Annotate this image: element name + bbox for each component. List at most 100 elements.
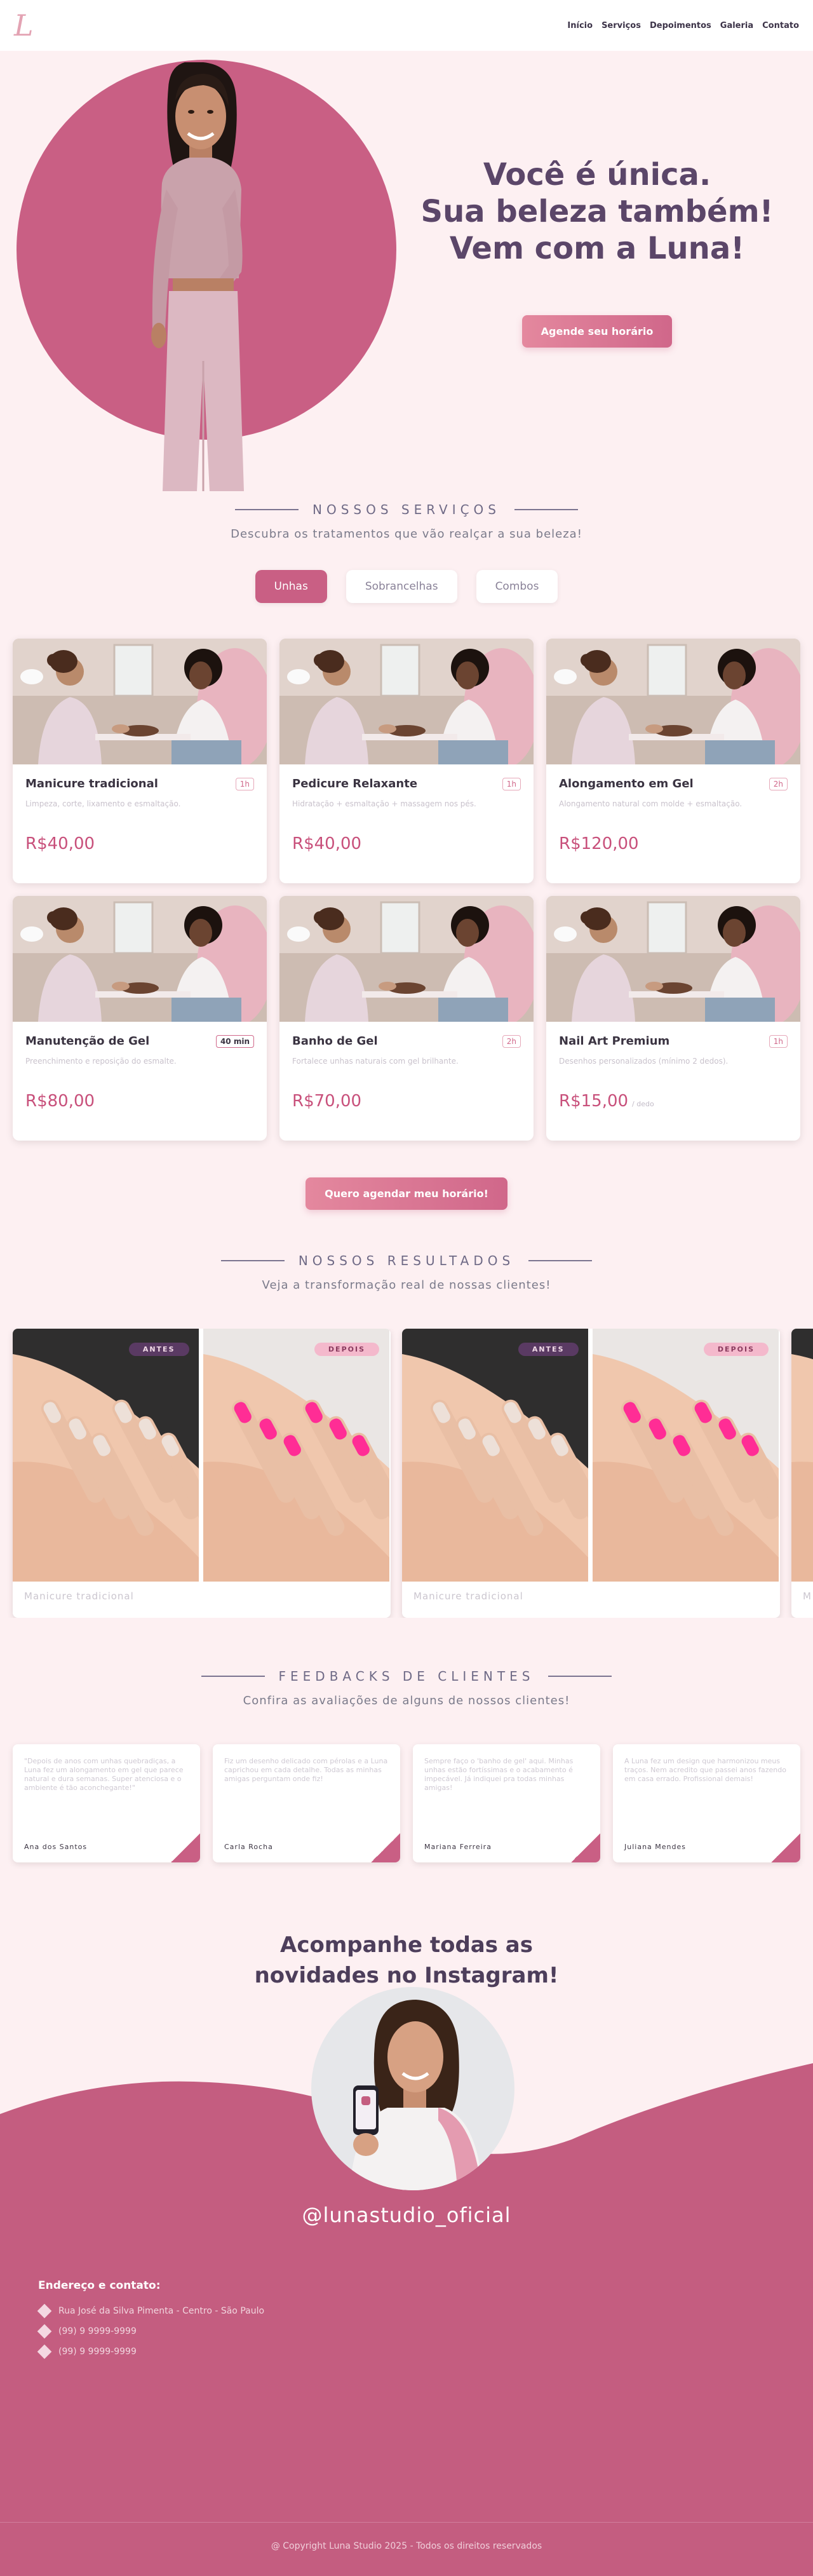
service-card[interactable]: Manutenção de Gel 40 min Preenchimento e… — [13, 896, 267, 1141]
contact-phone-2-text[interactable]: (99) 9 9999-9999 — [58, 2347, 137, 2357]
service-card[interactable]: Alongamento em Gel 2h Alongamento natura… — [546, 639, 800, 883]
feedback-text: Sempre faço o 'banho de gel' aqui. Minha… — [424, 1757, 574, 1792]
service-price: R$40,00 — [25, 834, 98, 853]
results-carousel[interactable]: ANTES DEPOIS Manicure tradicional ANTES … — [0, 1329, 813, 1618]
hero-model-illustration — [151, 62, 244, 491]
nav-link-inicio[interactable]: Início — [567, 21, 593, 31]
result-caption: Manicure tradicional — [24, 1590, 134, 1602]
results-section: NOSSOS RESULTADOS Veja a transformação r… — [0, 1210, 813, 1618]
after-tag: DEPOIS — [314, 1343, 379, 1356]
service-price-value: R$70,00 — [292, 1092, 362, 1111]
service-price-value: R$15,00 — [559, 1092, 629, 1111]
nav-menu: Início Serviços Depoimentos Galeria Cont… — [567, 21, 799, 31]
before-hands-photo — [791, 1329, 813, 1582]
location-icon — [37, 2303, 52, 2319]
nav-link-depoimentos[interactable]: Depoimentos — [650, 21, 711, 31]
nav-link-contato[interactable]: Contato — [762, 21, 799, 31]
hero-headline-block: Você é única. Sua beleza também! Vem com… — [406, 156, 788, 348]
contact-block: Endereço e contato: Rua José da Silva Pi… — [37, 2279, 264, 2367]
before-image: ANTES — [402, 1329, 590, 1582]
hero-title-line-3: Vem com a Luna! — [449, 231, 745, 266]
service-price: R$70,00 — [292, 1092, 365, 1111]
service-card[interactable]: Pedicure Relaxante 1h Hidratação + esmal… — [279, 639, 534, 883]
service-card-body: Manicure tradicional 1h Limpeza, corte, … — [13, 764, 267, 883]
card-corner-accent — [571, 1833, 600, 1862]
feedback-cards: "Depois de anos com unhas quebradiças, a… — [13, 1744, 813, 1862]
card-corner-accent — [771, 1833, 800, 1862]
service-card-body: Pedicure Relaxante 1h Hidratação + esmal… — [279, 764, 534, 883]
feedback-text: A Luna fez um design que harmonizou meus… — [624, 1757, 786, 1783]
service-image — [13, 896, 267, 1022]
tab-unhas[interactable]: Unhas — [255, 570, 327, 603]
salon-photo — [279, 896, 534, 1022]
results-heading: NOSSOS RESULTADOS — [220, 1253, 593, 1268]
service-title: Banho de Gel — [292, 1034, 378, 1048]
service-description: Alongamento natural com molde + esmaltaç… — [559, 799, 742, 808]
footer-divider — [0, 2522, 813, 2523]
service-image — [546, 639, 800, 764]
card-corner-accent — [371, 1833, 400, 1862]
feedback-card: Sempre faço o 'banho de gel' aqui. Minha… — [413, 1744, 600, 1862]
before-after-card[interactable]: ANTES DEPOIS Manicure tradicional — [13, 1329, 391, 1618]
before-after-card[interactable]: ANTES DEPOIS M — [791, 1329, 813, 1618]
services-section: NOSSOS SERVIÇOS Descubra os tratamentos … — [0, 445, 813, 1210]
hero-section: Você é única. Sua beleza também! Vem com… — [0, 51, 813, 491]
instagram-footer-section: Acompanhe todas as novidades no Instagra… — [0, 1930, 813, 2576]
before-after-card[interactable]: ANTES DEPOIS Manicure tradicional — [402, 1329, 780, 1618]
schedule-button[interactable]: Quero agendar meu horário! — [306, 1177, 507, 1210]
service-title: Alongamento em Gel — [559, 777, 694, 790]
after-tag: DEPOIS — [703, 1343, 769, 1356]
service-description: Fortalece unhas naturais com gel brilhan… — [292, 1057, 459, 1066]
feedback-section: FEEDBACKS DE CLIENTES Confira as avaliaç… — [0, 1618, 813, 1862]
service-card-body: Banho de Gel 2h Fortalece unhas naturais… — [279, 1022, 534, 1141]
service-price-value: R$40,00 — [25, 834, 95, 853]
contact-phone-1[interactable]: (99) 9 9999-9999 — [37, 2324, 264, 2339]
phone-model-illustration — [349, 2000, 483, 2190]
results-subtitle: Veja a transformação real de nossas clie… — [262, 1278, 551, 1292]
hero-book-button[interactable]: Agende seu horário — [521, 315, 673, 348]
tab-combos[interactable]: Combos — [476, 570, 558, 603]
contact-address: Rua José da Silva Pimenta - Centro - São… — [37, 2303, 264, 2319]
service-card[interactable]: Banho de Gel 2h Fortalece unhas naturais… — [279, 896, 534, 1141]
nav-link-galeria[interactable]: Galeria — [720, 21, 753, 31]
brand-logo[interactable]: L — [14, 11, 34, 40]
after-hands-photo — [203, 1329, 391, 1582]
service-cards-grid: Manicure tradicional 1h Limpeza, corte, … — [13, 639, 813, 1141]
service-title: Manutenção de Gel — [25, 1034, 150, 1048]
service-duration-badge: 40 min — [215, 1034, 254, 1048]
service-price: R$80,00 — [25, 1092, 98, 1111]
contact-phone-1-text[interactable]: (99) 9 9999-9999 — [58, 2326, 137, 2336]
salon-photo — [279, 639, 534, 764]
before-image: ANTES — [791, 1329, 813, 1582]
before-after-images: ANTES DEPOIS — [402, 1329, 780, 1582]
services-subtitle: Descubra os tratamentos que vão realçar … — [231, 527, 582, 541]
service-title: Nail Art Premium — [559, 1034, 670, 1048]
instagram-avatar[interactable] — [311, 1987, 514, 2190]
service-card-body: Nail Art Premium 1h Desenhos personaliza… — [546, 1022, 800, 1141]
service-description: Desenhos personalizados (mínimo 2 dedos)… — [559, 1057, 729, 1066]
service-duration-badge: 1h — [235, 777, 254, 790]
instagram-handle[interactable]: @lunastudio_oficial — [0, 2203, 813, 2227]
feedback-title: FEEDBACKS DE CLIENTES — [278, 1669, 535, 1684]
tab-sobrancelhas[interactable]: Sobrancelhas — [346, 570, 457, 603]
after-hands-photo — [592, 1329, 780, 1582]
after-image: DEPOIS — [592, 1329, 780, 1582]
feedback-author: Mariana Ferreira — [424, 1843, 492, 1851]
feedback-text: Fiz um desenho delicado com pérolas e a … — [224, 1757, 388, 1783]
service-duration-badge: 2h — [502, 1034, 521, 1048]
contact-phone-2[interactable]: (99) 9 9999-9999 — [37, 2344, 264, 2359]
instagram-title-line-2: novidades no Instagram! — [254, 1963, 559, 1988]
service-title: Pedicure Relaxante — [292, 777, 418, 790]
heading-divider-left — [234, 509, 299, 510]
after-image: DEPOIS — [203, 1329, 391, 1582]
service-price: R$40,00 — [292, 834, 365, 853]
service-card[interactable]: Manicure tradicional 1h Limpeza, corte, … — [13, 639, 267, 883]
top-navbar: L Início Serviços Depoimentos Galeria Co… — [0, 0, 813, 51]
nav-link-servicos[interactable]: Serviços — [601, 21, 641, 31]
services-tabs: Unhas Sobrancelhas Combos — [0, 570, 813, 603]
service-card[interactable]: Nail Art Premium 1h Desenhos personaliza… — [546, 896, 800, 1141]
service-description: Hidratação + esmaltação + massagem nos p… — [292, 799, 476, 808]
contact-title: Endereço e contato: — [38, 2279, 161, 2292]
before-hands-photo — [13, 1329, 201, 1582]
before-image: ANTES — [13, 1329, 201, 1582]
